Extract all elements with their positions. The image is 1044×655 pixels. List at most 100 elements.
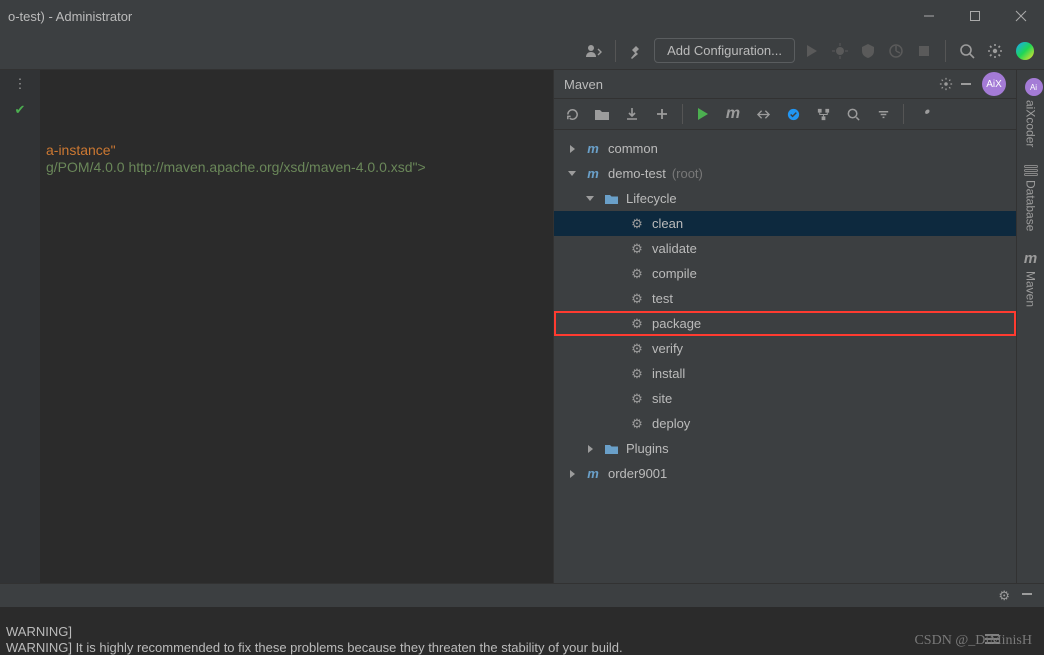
- tree-label: validate: [652, 241, 697, 256]
- tree-label: compile: [652, 266, 697, 281]
- toggle-offline-icon[interactable]: [783, 107, 803, 122]
- tree-item-validate[interactable]: ⚙ validate: [554, 236, 1016, 261]
- tree-label: test: [652, 291, 673, 306]
- tree-label: clean: [652, 216, 683, 231]
- minimize-button[interactable]: [906, 0, 952, 32]
- console-line: WARNING]: [6, 624, 72, 639]
- tree-item-compile[interactable]: ⚙ compile: [554, 261, 1016, 286]
- gear-icon: ⚙: [628, 291, 646, 307]
- tree-label: Lifecycle: [626, 191, 677, 206]
- aix-badge-icon: Ai: [1025, 78, 1043, 96]
- editor-line: a-instance": [46, 142, 116, 158]
- add-icon[interactable]: [652, 107, 672, 121]
- collapse-all-icon[interactable]: [873, 107, 893, 122]
- rail-label: Maven: [1024, 271, 1038, 307]
- tree-suffix: (root): [672, 166, 703, 181]
- console-output[interactable]: WARNING] WARNING] It is highly recommend…: [0, 607, 1044, 655]
- tree-item-site[interactable]: ⚙ site: [554, 386, 1016, 411]
- more-icon[interactable]: ⋮: [14, 76, 27, 92]
- reload-icon[interactable]: [562, 107, 582, 122]
- download-sources-icon[interactable]: [622, 107, 642, 121]
- chevron-right-icon[interactable]: [584, 445, 596, 453]
- gear-icon: ⚙: [628, 316, 646, 332]
- panel-settings-gear-icon[interactable]: [936, 77, 956, 91]
- console-hide-icon[interactable]: [1020, 587, 1034, 604]
- tree-item-order9001[interactable]: m order9001: [554, 461, 1016, 486]
- maven-toolbar: m: [554, 98, 1016, 130]
- database-icon: [1024, 165, 1038, 176]
- tree-item-plugins[interactable]: Plugins: [554, 436, 1016, 461]
- maven-tree[interactable]: m common m demo-test (root) Lifecycle ⚙ …: [554, 130, 1016, 655]
- execute-goal-icon[interactable]: m: [723, 105, 743, 123]
- console-settings-gear-icon[interactable]: ⚙: [998, 588, 1010, 604]
- console-line: WARNING] It is highly recommended to fix…: [6, 640, 623, 655]
- editor-column: ⋮ ✔ a-instance" g/POM/4.0.0 http://maven…: [0, 70, 553, 655]
- tree-item-deploy[interactable]: ⚙ deploy: [554, 411, 1016, 436]
- build-hammer-icon[interactable]: [626, 40, 648, 62]
- maven-header: Maven AiX: [554, 70, 1016, 98]
- tree-label: deploy: [652, 416, 690, 431]
- chevron-down-icon[interactable]: [566, 171, 578, 176]
- search-icon[interactable]: [956, 40, 978, 62]
- search-icon[interactable]: [843, 107, 863, 122]
- toolbox-logo-icon[interactable]: [1016, 42, 1034, 60]
- tree-item-test[interactable]: ⚙ test: [554, 286, 1016, 311]
- checkmark-icon[interactable]: ✔: [15, 102, 26, 118]
- tree-item-common[interactable]: m common: [554, 136, 1016, 161]
- toolbar-separator: [682, 104, 683, 124]
- settings-gear-icon[interactable]: [984, 40, 1006, 62]
- editor-body[interactable]: a-instance" g/POM/4.0.0 http://maven.apa…: [40, 70, 553, 585]
- chevron-right-icon[interactable]: [566, 145, 578, 153]
- chevron-right-icon[interactable]: [566, 470, 578, 478]
- maven-title: Maven: [564, 77, 936, 92]
- main-toolbar: Add Configuration...: [0, 32, 1044, 70]
- chevron-down-icon[interactable]: [584, 196, 596, 201]
- show-dependencies-icon[interactable]: [813, 107, 833, 122]
- tree-label: demo-test: [608, 166, 666, 181]
- vcs-people-icon[interactable]: [583, 40, 605, 62]
- maximize-button[interactable]: [952, 0, 998, 32]
- stop-icon[interactable]: [913, 40, 935, 62]
- toggle-skip-tests-icon[interactable]: [753, 107, 773, 122]
- tree-item-package[interactable]: ⚙ package: [554, 311, 1016, 336]
- console-toolbar: ⚙: [0, 583, 1044, 607]
- run-maven-icon[interactable]: [693, 108, 713, 120]
- rail-aixcoder[interactable]: Ai aiXcoder: [1019, 78, 1043, 147]
- coverage-icon[interactable]: [857, 40, 879, 62]
- toolbar-separator: [615, 40, 616, 62]
- panel-hide-icon[interactable]: [956, 77, 976, 91]
- gear-icon: ⚙: [628, 216, 646, 232]
- maven-module-icon: m: [584, 466, 602, 481]
- profile-icon[interactable]: [885, 40, 907, 62]
- tree-item-verify[interactable]: ⚙ verify: [554, 336, 1016, 361]
- tree-label: site: [652, 391, 672, 406]
- tree-item-install[interactable]: ⚙ install: [554, 361, 1016, 386]
- tree-label: verify: [652, 341, 683, 356]
- maven-panel: Maven AiX m m: [553, 70, 1016, 655]
- debug-icon[interactable]: [829, 40, 851, 62]
- gear-icon: ⚙: [628, 241, 646, 257]
- tree-label: order9001: [608, 466, 667, 481]
- right-tool-rail: Ai aiXcoder Database m Maven: [1016, 70, 1044, 655]
- toolbar-separator: [903, 104, 904, 124]
- maven-settings-wrench-icon[interactable]: [914, 107, 934, 122]
- editor-gutter: ⋮ ✔: [0, 70, 40, 655]
- rail-label: Database: [1024, 180, 1038, 231]
- rail-database[interactable]: Database: [1024, 165, 1038, 231]
- tree-item-clean[interactable]: ⚙ clean: [554, 211, 1016, 236]
- folder-icon: [602, 193, 620, 205]
- editor-line: g/POM/4.0.0 http://maven.apache.org/xsd/…: [46, 159, 426, 175]
- gear-icon: ⚙: [628, 391, 646, 407]
- tree-item-demo-test[interactable]: m demo-test (root): [554, 161, 1016, 186]
- run-icon[interactable]: [801, 40, 823, 62]
- tree-item-lifecycle[interactable]: Lifecycle: [554, 186, 1016, 211]
- rail-maven[interactable]: m Maven: [1024, 250, 1038, 307]
- close-button[interactable]: [998, 0, 1044, 32]
- tree-label: Plugins: [626, 441, 669, 456]
- folder-icon: [602, 443, 620, 455]
- add-configuration-button[interactable]: Add Configuration...: [654, 38, 795, 63]
- generate-sources-icon[interactable]: [592, 107, 612, 121]
- maven-icon: m: [1024, 250, 1037, 267]
- aix-badge-icon[interactable]: AiX: [982, 72, 1006, 96]
- window-title: o-test) - Administrator: [8, 9, 132, 24]
